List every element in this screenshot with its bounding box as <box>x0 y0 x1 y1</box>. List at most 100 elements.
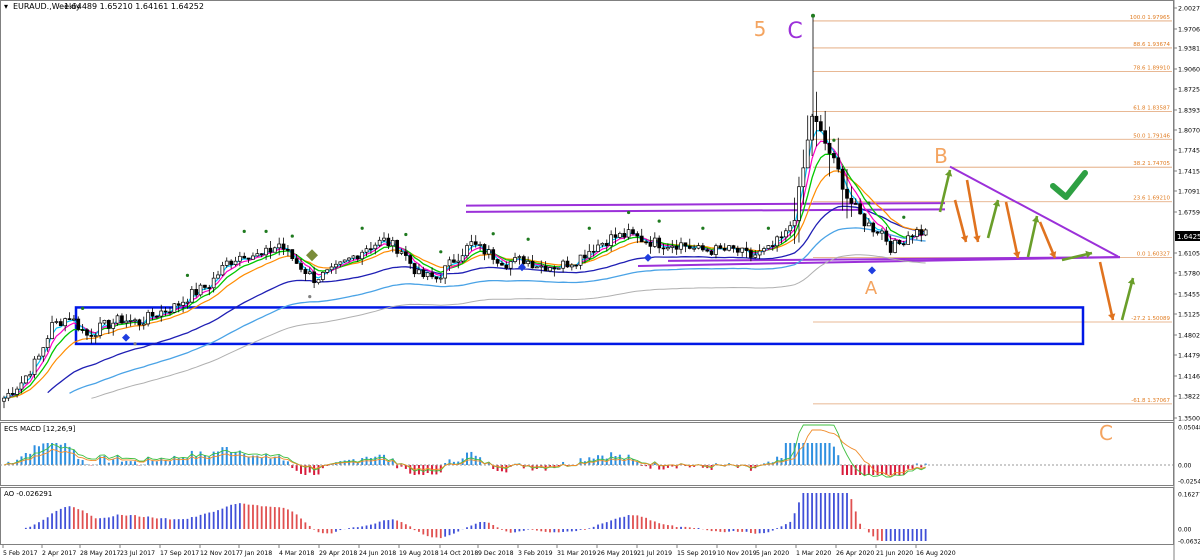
candle-body <box>692 247 696 250</box>
candle-body <box>76 318 81 330</box>
candle-body <box>41 347 46 357</box>
candle-body <box>578 254 583 266</box>
blue-diamond-marker <box>644 253 652 262</box>
ao-bar <box>51 513 53 529</box>
ao-bar <box>496 527 499 529</box>
ao-bar <box>169 519 171 529</box>
olive-diamond-marker <box>306 249 318 262</box>
ao-bar <box>457 529 460 532</box>
candle-body <box>561 260 565 269</box>
ao-bar <box>479 522 482 529</box>
candle-body <box>701 245 705 251</box>
ao-bar <box>907 529 910 541</box>
macd-bar <box>125 460 128 465</box>
ao-bar <box>894 529 896 541</box>
arrow-up <box>1026 215 1039 258</box>
ao-bar <box>715 529 717 532</box>
candle-body <box>106 320 111 329</box>
candle-body <box>770 245 775 247</box>
candle-body <box>631 229 635 234</box>
macd-bar <box>841 465 844 475</box>
fractal-dot <box>657 219 661 223</box>
time-tick-label: 14 Oct 2018 <box>440 550 478 557</box>
ao-bar <box>435 529 438 538</box>
candle-body <box>740 247 745 253</box>
ao-bar <box>182 519 184 529</box>
ao-bar <box>549 529 551 533</box>
candle-body <box>342 259 347 263</box>
candle-body <box>438 277 443 280</box>
arrow-up <box>938 169 952 213</box>
candle-body <box>792 220 797 227</box>
ao-bar <box>68 506 71 529</box>
candle-body <box>784 230 788 238</box>
ao-bar <box>728 529 730 532</box>
ao-bar <box>653 521 656 529</box>
candle-body <box>779 236 784 239</box>
ao-bar <box>46 517 49 529</box>
macd-bar <box>182 457 185 465</box>
macd-bar <box>195 456 198 465</box>
ao-bar <box>273 507 276 529</box>
macd-bar <box>77 458 80 465</box>
ao-bar <box>680 526 682 529</box>
candle-body <box>277 243 282 249</box>
candle-body <box>434 276 439 280</box>
wave-annotations: 5 CBAC <box>754 17 1136 445</box>
ao-bar <box>623 516 626 529</box>
macd-pane-frame <box>0 422 1174 486</box>
candle-body <box>172 303 177 313</box>
candle-body <box>303 269 308 274</box>
ao-bar <box>806 493 809 529</box>
ao-bar <box>72 507 75 529</box>
candle-body <box>906 235 911 245</box>
ao-bar <box>452 529 455 534</box>
ao-bar <box>77 509 80 529</box>
candle-body <box>517 256 522 258</box>
candle-body <box>884 230 889 242</box>
chart-canvas[interactable]: 100.0 1.97965 88.6 1.93674 78.6 1.89910 61.… <box>0 0 1200 560</box>
time-tick-label: 10 Nov 2019 <box>717 550 757 557</box>
ao-bar <box>99 518 101 529</box>
candle-body <box>137 319 142 326</box>
ao-tick-label: -0.063213 <box>1178 539 1200 546</box>
candle-body <box>495 259 500 264</box>
macd-bar <box>112 459 115 465</box>
candle-body <box>565 260 570 268</box>
time-tick-label: 3 Feb 2019 <box>518 550 553 557</box>
candle-body <box>45 338 50 349</box>
fractal-dot <box>811 13 815 18</box>
ao-bar <box>889 529 892 541</box>
candle-body <box>478 244 482 246</box>
macd-bar <box>286 461 289 465</box>
ao-bar <box>763 529 765 534</box>
ao-bar <box>688 527 691 529</box>
ema-magenta <box>3 140 926 399</box>
time-tick-label: 2 Apr 2017 <box>42 550 76 557</box>
candle-body <box>32 358 37 375</box>
ao-bar <box>837 493 840 529</box>
ao-bar <box>802 493 805 529</box>
time-tick-label: 28 May 2017 <box>80 550 120 557</box>
ao-bar <box>59 508 62 529</box>
candle-body <box>238 255 242 262</box>
candle-body <box>286 248 290 251</box>
candle-body <box>552 267 557 270</box>
candle-body <box>482 244 487 255</box>
ao-bar <box>352 527 355 529</box>
candle-body <box>727 245 731 251</box>
price-tick-label: 1.67590 <box>1178 210 1200 217</box>
time-tick-label: 21 Jul 2019 <box>637 550 672 557</box>
price-tick-label: 1.38220 <box>1178 394 1200 401</box>
candle-body <box>901 243 906 246</box>
candle-body <box>259 253 264 256</box>
ao-bar <box>885 529 888 541</box>
macd-bar <box>72 449 75 465</box>
candle-body <box>321 272 325 280</box>
candle-body <box>548 267 552 272</box>
ao-bar <box>732 529 735 532</box>
candle-body <box>251 255 255 260</box>
candle-body <box>731 245 736 249</box>
ao-bar <box>208 512 211 529</box>
candle-body <box>233 260 238 265</box>
